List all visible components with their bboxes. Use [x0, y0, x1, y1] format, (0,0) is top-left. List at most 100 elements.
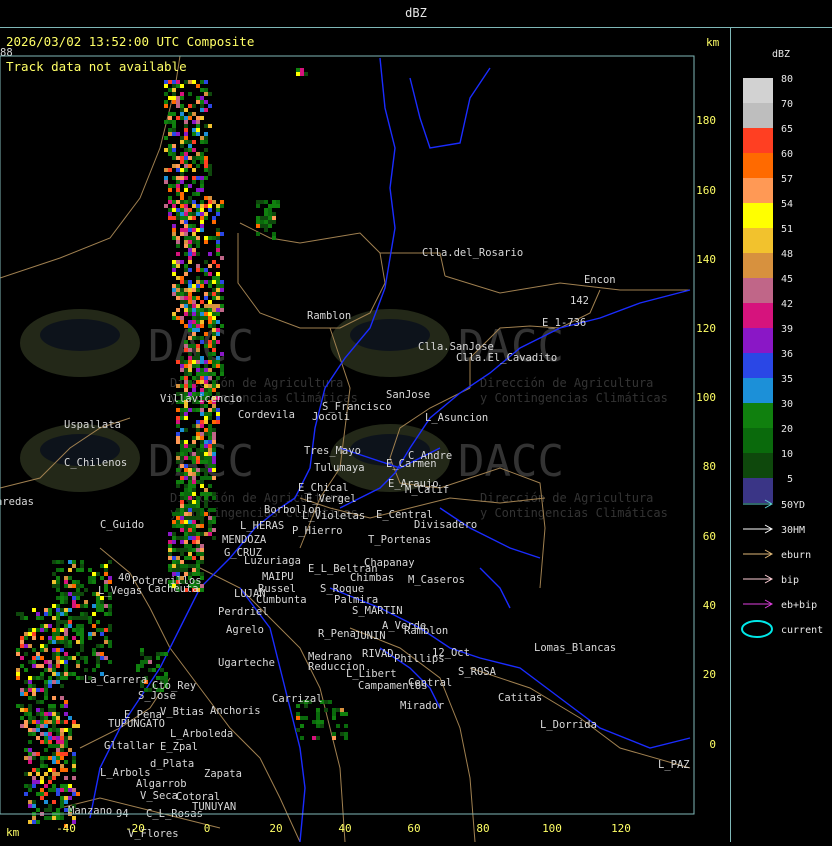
echo-pixel — [192, 468, 196, 472]
echo-pixel — [200, 312, 204, 316]
echo-pixel — [52, 744, 56, 748]
echo-pixel — [208, 468, 212, 472]
track-legend-item[interactable]: bip — [743, 574, 799, 586]
track-legend-item[interactable]: eb+bip — [743, 599, 817, 611]
echo-pixel — [44, 624, 48, 628]
echo-pixel — [196, 276, 200, 280]
echo-pixel — [188, 228, 192, 232]
place-label: JUNIN — [354, 630, 386, 642]
echo-pixel — [188, 484, 192, 488]
echo-pixel — [192, 120, 196, 124]
echo-pixel — [192, 320, 196, 324]
echo-pixel — [64, 744, 68, 748]
echo-pixel — [76, 584, 80, 588]
echo-pixel — [188, 308, 192, 312]
echo-pixel — [180, 316, 184, 320]
echo-pixel — [192, 324, 196, 328]
echo-pixel — [188, 148, 192, 152]
echo-pixel — [216, 312, 220, 316]
echo-pixel — [256, 200, 260, 204]
place-label: d_Plata — [150, 758, 194, 770]
echo-pixel — [80, 604, 84, 608]
echo-pixel — [204, 148, 208, 152]
echo-pixel — [204, 216, 208, 220]
echo-pixel — [168, 144, 172, 148]
echo-pixel — [212, 220, 216, 224]
echo-pixel — [172, 288, 176, 292]
colorbar-swatch — [743, 153, 773, 178]
track-legend-item[interactable]: current — [741, 620, 823, 638]
echo-pixel — [340, 712, 344, 716]
echo-pixel — [196, 284, 200, 288]
echo-pixel — [164, 120, 168, 124]
echo-pixel — [196, 236, 200, 240]
echo-pixel — [212, 292, 216, 296]
echo-pixel — [172, 152, 176, 156]
echo-pixel — [316, 712, 320, 716]
echo-pixel — [188, 444, 192, 448]
echo-pixel — [80, 624, 84, 628]
echo-pixel — [56, 712, 60, 716]
echo-pixel — [176, 416, 180, 420]
track-legend-item[interactable]: 30HM — [743, 524, 805, 536]
radar-map-svg[interactable]: DACCDirección de Agriculturay Contingenc… — [0, 28, 730, 843]
echo-pixel — [200, 180, 204, 184]
echo-pixel — [172, 292, 176, 296]
echo-pixel — [192, 436, 196, 440]
echo-pixel — [80, 640, 84, 644]
place-label: M_Caseros — [408, 574, 465, 586]
track-legend[interactable]: 50YD30HMeburnbipeb+bipcurrent — [741, 499, 823, 638]
echo-pixel — [264, 220, 268, 224]
echo-pixel — [60, 752, 64, 756]
colorbar-level-label: 48 — [781, 249, 793, 260]
echo-pixel — [184, 252, 188, 256]
echo-pixel — [164, 176, 168, 180]
echo-pixel — [180, 320, 184, 324]
echo-pixel — [48, 756, 52, 760]
echo-pixel — [188, 352, 192, 356]
echo-pixel — [172, 208, 176, 212]
echo-pixel — [332, 712, 336, 716]
echo-pixel — [108, 624, 112, 628]
echo-pixel — [172, 532, 176, 536]
echo-pixel — [64, 584, 68, 588]
echo-pixel — [216, 228, 220, 232]
echo-pixel — [92, 580, 96, 584]
echo-pixel — [176, 432, 180, 436]
echo-pixel — [168, 196, 172, 200]
x-tick-label: 80 — [476, 822, 489, 835]
echo-pixel — [180, 552, 184, 556]
echo-pixel — [60, 608, 64, 612]
colorbar-level-label: 57 — [781, 174, 793, 185]
place-label: Carrizal — [272, 693, 323, 705]
echo-pixel — [180, 428, 184, 432]
echo-pixel — [72, 756, 76, 760]
echo-pixel — [64, 672, 68, 676]
echo-pixel — [208, 164, 212, 168]
x-tick-label: 120 — [611, 822, 631, 835]
echo-pixel — [204, 304, 208, 308]
echo-pixel — [184, 300, 188, 304]
track-legend-item[interactable]: eburn — [743, 549, 811, 561]
echo-pixel — [64, 652, 68, 656]
echo-pixel — [184, 240, 188, 244]
echo-pixel — [176, 244, 180, 248]
echo-pixel — [188, 468, 192, 472]
echo-pixel — [184, 544, 188, 548]
echo-pixel — [56, 656, 60, 660]
echo-pixel — [268, 216, 272, 220]
echo-pixel — [208, 492, 212, 496]
echo-pixel — [200, 136, 204, 140]
echo-pixel — [196, 164, 200, 168]
place-label: Ramblon — [307, 310, 351, 322]
echo-pixel — [48, 780, 52, 784]
echo-pixel — [196, 540, 200, 544]
radar-map-view[interactable]: DACC Dirección de Agricultura y Contingenc… — [0, 28, 730, 843]
echo-pixel — [184, 428, 188, 432]
echo-pixel — [176, 560, 180, 564]
echo-pixel — [208, 236, 212, 240]
echo-pixel — [192, 484, 196, 488]
echo-pixel — [84, 656, 88, 660]
echo-pixel — [200, 408, 204, 412]
echo-pixel — [160, 668, 164, 672]
